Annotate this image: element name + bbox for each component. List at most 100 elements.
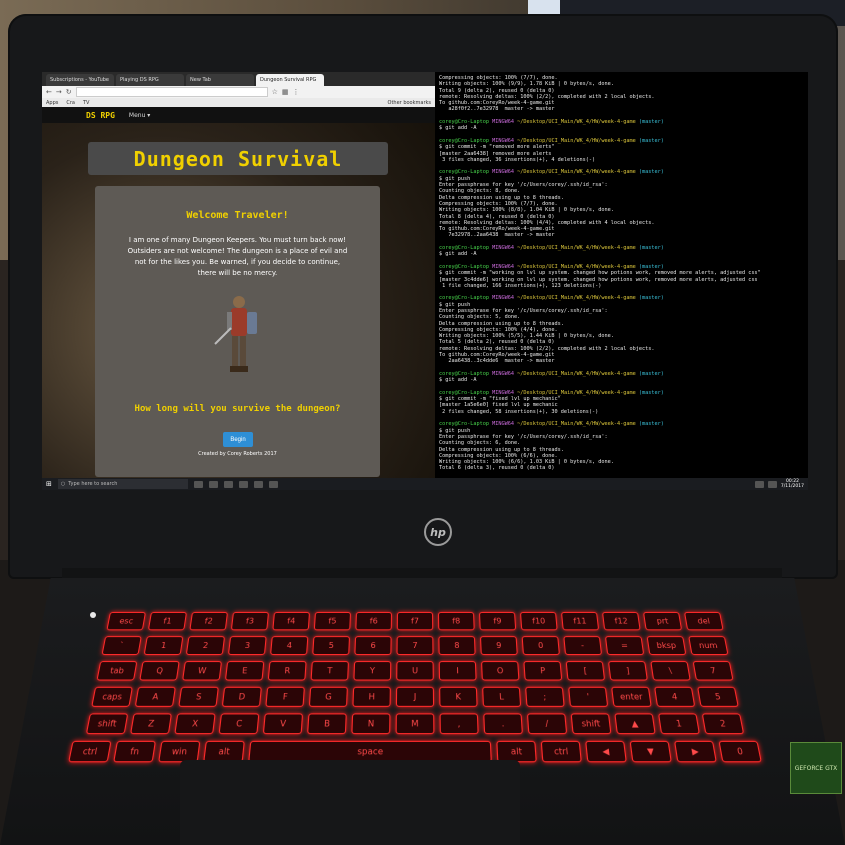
keyboard-key[interactable]: R	[267, 661, 307, 681]
keyboard-key[interactable]: ctrl	[540, 740, 582, 763]
keyboard-key[interactable]: F	[265, 686, 305, 707]
windows-start-icon[interactable]: ⊞	[46, 480, 52, 488]
keyboard-key[interactable]: O	[481, 661, 520, 681]
keyboard-key[interactable]: enter	[611, 686, 652, 707]
keyboard-key[interactable]: V	[262, 713, 304, 735]
keyboard-key[interactable]: X	[174, 713, 216, 735]
keyboard-key[interactable]: caps	[91, 686, 133, 707]
keyboard-key[interactable]: f9	[479, 612, 517, 631]
star-icon[interactable]: ☆	[272, 88, 278, 96]
keyboard-key[interactable]: bksp	[646, 636, 687, 656]
keyboard-key[interactable]: 8	[438, 636, 476, 656]
taskbar-clock[interactable]: 00:22 7/11/2017	[781, 479, 804, 489]
keyboard-key[interactable]: U	[396, 661, 434, 681]
keyboard-key[interactable]: A	[134, 686, 176, 707]
keyboard-key[interactable]: M	[395, 713, 435, 735]
keyboard-key[interactable]: num	[688, 636, 729, 656]
keyboard-key[interactable]: 0	[521, 636, 560, 656]
keyboard-key[interactable]: shift	[570, 713, 612, 735]
bookmark-apps[interactable]: Apps	[46, 100, 58, 106]
other-bookmarks[interactable]: Other bookmarks	[388, 100, 431, 106]
keyboard-key[interactable]: 7	[692, 661, 734, 681]
keyboard-key[interactable]: f2	[189, 612, 228, 631]
keyboard-key[interactable]: ,	[439, 713, 479, 735]
tray-icon[interactable]	[767, 480, 777, 488]
site-brand[interactable]: DS RPG	[86, 111, 115, 120]
bookmark-item[interactable]: Cra	[66, 100, 75, 106]
site-menu[interactable]: Menu ▾	[129, 112, 150, 119]
keyboard-key[interactable]: 5	[697, 686, 739, 707]
keyboard-key[interactable]: tab	[96, 661, 138, 681]
keyboard-key[interactable]: H	[352, 686, 391, 707]
keyboard-key[interactable]: Y	[353, 661, 392, 681]
keyboard-key[interactable]: f7	[396, 612, 434, 631]
keyboard-key[interactable]: P	[523, 661, 563, 681]
keyboard-key[interactable]: J	[395, 686, 435, 707]
keyboard-key[interactable]: `	[101, 636, 142, 656]
browser-tab[interactable]: Playing DS RPG	[116, 74, 184, 86]
keyboard-key[interactable]: f4	[272, 612, 310, 631]
keyboard-key[interactable]: Z	[130, 713, 172, 735]
keyboard-key[interactable]: 0	[718, 740, 762, 763]
browser-tab[interactable]: Subscriptions - YouTube	[46, 74, 114, 86]
taskbar-app-icon[interactable]	[238, 480, 248, 488]
keyboard-key[interactable]: fn	[113, 740, 156, 763]
keyboard-key[interactable]: 4	[654, 686, 696, 707]
keyboard-key[interactable]: f11	[561, 612, 600, 631]
keyboard-key[interactable]: B	[307, 713, 347, 735]
keyboard-key[interactable]: 9	[480, 636, 518, 656]
keyboard-key[interactable]: S	[178, 686, 219, 707]
keyboard-key[interactable]: K	[439, 686, 478, 707]
menu-icon[interactable]: ⋮	[293, 88, 300, 96]
git-bash-terminal[interactable]: Compressing objects: 100% (7/7), done. Wr…	[435, 72, 808, 478]
keyboard-key[interactable]: shift	[85, 713, 129, 735]
keyboard-key[interactable]: esc	[106, 612, 146, 631]
keyboard-key[interactable]: 3	[227, 636, 267, 656]
keyboard-key[interactable]: f10	[520, 612, 558, 631]
keyboard-key[interactable]: W	[182, 661, 223, 681]
keyboard-key[interactable]: \	[650, 661, 691, 681]
taskbar-app-icon[interactable]	[223, 480, 233, 488]
keyboard-key[interactable]: 4	[270, 636, 309, 656]
keyboard-key[interactable]: ctrl	[68, 740, 112, 763]
keyboard-key[interactable]: N	[351, 713, 391, 735]
keyboard-key[interactable]: 5	[312, 636, 350, 656]
back-icon[interactable]: ←	[46, 88, 52, 96]
taskbar-search[interactable]: ○ Type here to search	[57, 479, 188, 489]
keyboard-key[interactable]: [	[565, 661, 606, 681]
keyboard-key[interactable]: ▼	[629, 740, 672, 763]
keyboard-key[interactable]: f8	[438, 612, 475, 631]
address-bar[interactable]	[75, 87, 268, 97]
keyboard-key[interactable]: '	[568, 686, 609, 707]
keyboard-key[interactable]: 6	[354, 636, 392, 656]
bookmark-item[interactable]: TV	[83, 100, 89, 106]
browser-tab[interactable]: New Tab	[186, 74, 254, 86]
browser-tab-active[interactable]: Dungeon Survival RPG	[256, 74, 324, 86]
keyboard-key[interactable]: T	[310, 661, 349, 681]
keyboard-key[interactable]: 7	[396, 636, 434, 656]
keyboard-key[interactable]: del	[684, 612, 724, 631]
keyboard-key[interactable]: ;	[525, 686, 565, 707]
tray-icon[interactable]	[754, 480, 764, 488]
keyboard-key[interactable]: E	[224, 661, 265, 681]
keyboard-key[interactable]: f5	[313, 612, 351, 631]
keyboard-key[interactable]: .	[483, 713, 523, 735]
keyboard-key[interactable]: -	[563, 636, 603, 656]
keyboard-key[interactable]: ▲	[614, 713, 656, 735]
keyboard-key[interactable]: L	[482, 686, 522, 707]
keyboard-key[interactable]: f3	[230, 612, 269, 631]
keyboard-key[interactable]: I	[438, 661, 477, 681]
keyboard-key[interactable]: f12	[602, 612, 641, 631]
keyboard-key[interactable]: 2	[185, 636, 226, 656]
reload-icon[interactable]: ↻	[66, 88, 72, 96]
taskbar-app-icon[interactable]	[193, 480, 203, 488]
keyboard-key[interactable]: =	[604, 636, 645, 656]
keyboard-key[interactable]: f1	[147, 612, 187, 631]
keyboard-key[interactable]: D	[221, 686, 262, 707]
taskbar-app-icon[interactable]	[268, 480, 278, 488]
keyboard-key[interactable]: ]	[607, 661, 648, 681]
begin-button[interactable]: Begin	[223, 432, 253, 447]
taskbar-app-icon[interactable]	[253, 480, 263, 488]
keyboard-key[interactable]: prt	[643, 612, 683, 631]
keyboard-key[interactable]: /	[526, 713, 568, 735]
